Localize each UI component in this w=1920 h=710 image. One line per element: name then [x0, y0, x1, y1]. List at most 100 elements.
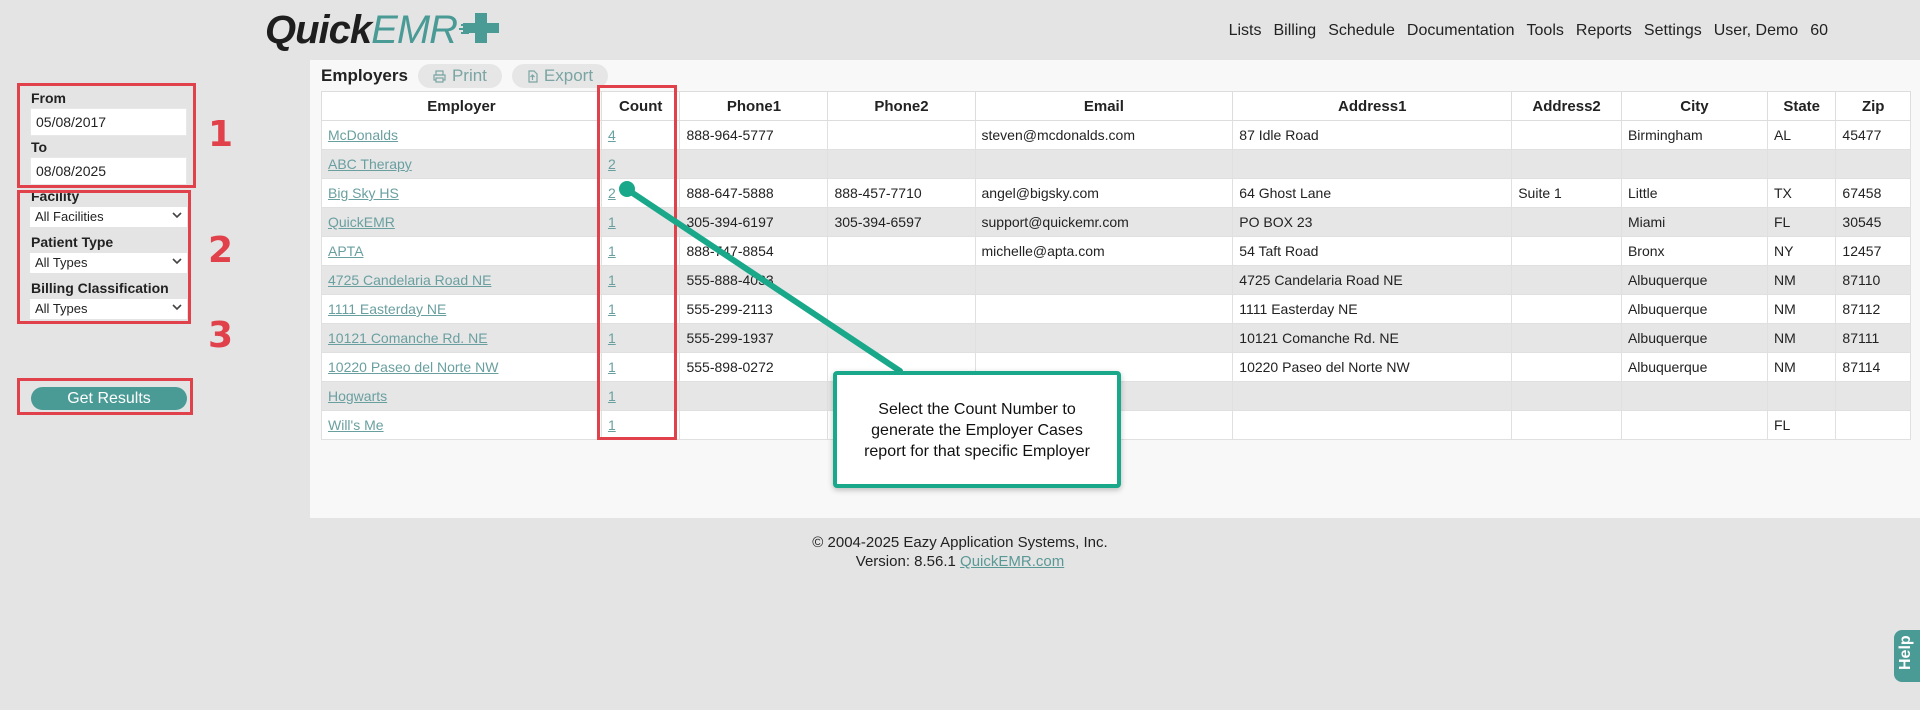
count-link[interactable]: 1: [608, 417, 616, 433]
count-link[interactable]: 2: [608, 156, 616, 172]
print-button[interactable]: Print: [417, 64, 502, 88]
employer-link[interactable]: APTA: [328, 243, 364, 259]
table-cell: 1: [600, 265, 681, 295]
count-link[interactable]: 1: [608, 214, 616, 230]
table-cell: [1511, 207, 1622, 237]
nav-user[interactable]: User, Demo: [1714, 22, 1798, 40]
table-cell: [1511, 352, 1622, 382]
quickemr-link[interactable]: QuickEMR.com: [960, 553, 1064, 570]
employer-link[interactable]: QuickEMR: [328, 214, 395, 230]
count-link[interactable]: 1: [608, 243, 616, 259]
count-link[interactable]: 1: [608, 330, 616, 346]
table-cell: ABC Therapy: [321, 149, 602, 179]
column-header[interactable]: Address2: [1511, 91, 1622, 121]
table-cell: 888-747-8854: [679, 236, 829, 266]
column-header[interactable]: City: [1620, 91, 1768, 121]
step-number-3: 3: [208, 315, 234, 356]
table-cell: Albuquerque: [1620, 294, 1768, 324]
table-cell: [827, 236, 976, 266]
count-link[interactable]: 1: [608, 272, 616, 288]
table-cell: [1511, 294, 1622, 324]
help-tab[interactable]: Help: [1894, 630, 1920, 682]
table-cell: 2: [600, 149, 681, 179]
column-header[interactable]: Employer: [321, 91, 602, 121]
table-cell: [1232, 149, 1513, 179]
table-cell: 12457: [1835, 236, 1911, 266]
nav-session-timer: 60: [1810, 22, 1828, 39]
table-cell: 1111 Easterday NE: [321, 294, 602, 324]
table-cell: [1620, 381, 1768, 411]
employer-link[interactable]: McDonalds: [328, 127, 398, 143]
version-text: Version: 8.56.1: [855, 553, 956, 570]
table-cell: 4725 Candelaria Road NE: [1232, 265, 1513, 295]
table-cell: [1835, 149, 1911, 179]
table-cell: [974, 149, 1234, 179]
table-cell: [1620, 149, 1768, 179]
column-header[interactable]: Zip: [1835, 91, 1911, 121]
export-button[interactable]: Export: [511, 64, 609, 88]
table-cell: APTA: [321, 236, 602, 266]
table-cell: AL: [1766, 120, 1837, 150]
table-header-row: Employer Count Phone1 Phone2 Email Addre…: [321, 91, 1911, 121]
employer-link[interactable]: 10220 Paseo del Norte NW: [328, 359, 498, 375]
table-cell: 555-299-2113: [679, 294, 829, 324]
table-cell: Miami: [1620, 207, 1768, 237]
employer-link[interactable]: Big Sky HS: [328, 185, 399, 201]
employer-link[interactable]: ABC Therapy: [328, 156, 412, 172]
column-header[interactable]: Phone2: [827, 91, 976, 121]
table-cell: 1: [600, 323, 681, 353]
table-cell: michelle@apta.com: [974, 236, 1234, 266]
table-cell: 4: [600, 120, 681, 150]
logo-emr-text: EMR: [371, 7, 458, 52]
nav-tools[interactable]: Tools: [1527, 22, 1564, 40]
table-row: QuickEMR 1 305-394-6197 305-394-6597 support…: [321, 207, 1911, 237]
count-link[interactable]: 1: [608, 388, 616, 404]
column-header[interactable]: State: [1766, 91, 1837, 121]
table-cell: NM: [1766, 323, 1837, 353]
quickemr-logo[interactable]: Quick EMR: [265, 8, 501, 52]
print-icon: [433, 69, 446, 83]
version-line: Version: 8.56.1 QuickEMR.com: [0, 552, 1920, 571]
count-link[interactable]: 1: [608, 359, 616, 375]
table-row: Big Sky HS 2 888-647-5888 888-457-7710 angel…: [321, 178, 1911, 208]
nav-schedule[interactable]: Schedule: [1328, 22, 1395, 40]
column-header[interactable]: Count: [600, 91, 681, 121]
nav-lists[interactable]: Lists: [1229, 22, 1262, 40]
count-link[interactable]: 2: [608, 185, 616, 201]
table-cell: 888-647-5888: [679, 178, 829, 208]
table-cell: FL: [1766, 410, 1837, 440]
table-cell: 87 Idle Road: [1232, 120, 1513, 150]
table-cell: NM: [1766, 294, 1837, 324]
nav-billing[interactable]: Billing: [1274, 22, 1317, 40]
table-cell: support@quickemr.com: [974, 207, 1234, 237]
step-number-1: 1: [208, 114, 234, 155]
column-header[interactable]: Email: [974, 91, 1234, 121]
table-row: APTA 1 888-747-8854 michelle@apta.com 54 Taf…: [321, 236, 1911, 266]
employer-link[interactable]: Hogwarts: [328, 388, 387, 404]
table-cell: Albuquerque: [1620, 352, 1768, 382]
nav-reports[interactable]: Reports: [1576, 22, 1632, 40]
table-cell: TX: [1766, 178, 1837, 208]
count-link[interactable]: 4: [608, 127, 616, 143]
table-cell: [679, 410, 829, 440]
employer-link[interactable]: 4725 Candelaria Road NE: [328, 272, 491, 288]
column-header[interactable]: Address1: [1232, 91, 1513, 121]
table-cell: 87114: [1835, 352, 1911, 382]
employer-link[interactable]: 1111 Easterday NE: [328, 301, 446, 317]
nav-documentation[interactable]: Documentation: [1407, 22, 1515, 40]
count-link[interactable]: 1: [608, 301, 616, 317]
table-cell: [827, 149, 976, 179]
employer-link[interactable]: 10121 Comanche Rd. NE: [328, 330, 488, 346]
table-cell: 45477: [1835, 120, 1911, 150]
table-cell: QuickEMR: [321, 207, 602, 237]
table-cell: Bronx: [1620, 236, 1768, 266]
table-cell: 1: [600, 236, 681, 266]
employer-link[interactable]: Will's Me: [328, 417, 384, 433]
table-cell: 555-898-0272: [679, 352, 829, 382]
table-cell: Little: [1620, 178, 1768, 208]
table-cell: 87111: [1835, 323, 1911, 353]
table-cell: [974, 265, 1234, 295]
nav-settings[interactable]: Settings: [1644, 22, 1702, 40]
table-cell: [1511, 120, 1622, 150]
column-header[interactable]: Phone1: [679, 91, 829, 121]
